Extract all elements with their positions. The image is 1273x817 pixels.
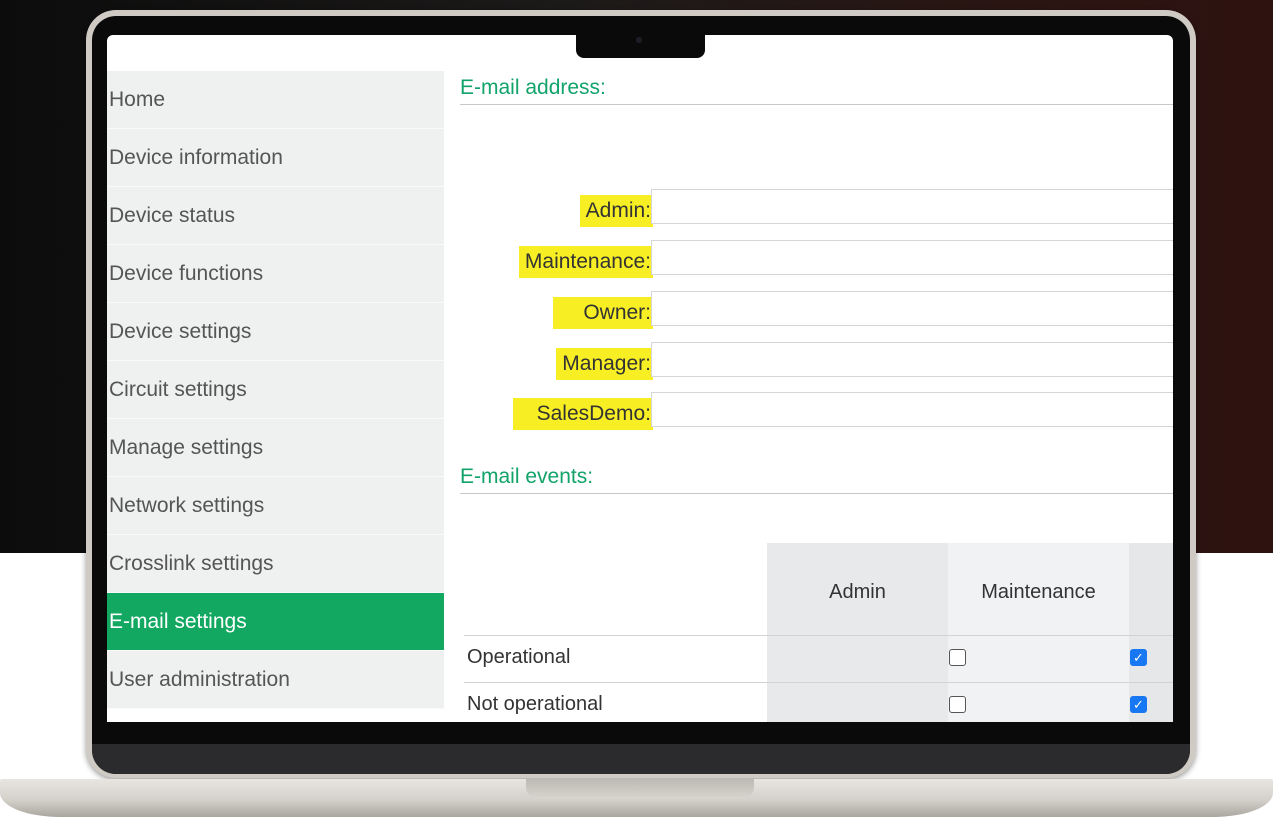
sidebar-item-device-functions[interactable]: Device functions [107,245,444,303]
sidebar-item-device-information[interactable]: Device information [107,129,444,187]
laptop-base-groove [526,779,754,799]
sidebar-item-crosslink-settings[interactable]: Crosslink settings [107,535,444,593]
camera-icon [636,37,642,43]
event-label: Not operational [467,693,603,715]
sidebar-nav: Home Device information Device status De… [107,71,444,709]
laptop-screen: Home Device information Device status De… [107,35,1173,722]
sidebar-item-device-status[interactable]: Device status [107,187,444,245]
email-events-table: Admin Maintenance Operational ✓ Not oper… [464,543,1173,722]
sidebar-item-circuit-settings[interactable]: Circuit settings [107,361,444,419]
owner-email-label: Owner: [553,297,653,329]
sidebar-item-email-settings[interactable]: E-mail settings [107,593,444,651]
admin-column-header: Admin [829,581,886,603]
admin-operational-checkbox[interactable] [949,649,966,666]
maintenance-email-input[interactable] [651,240,1173,275]
sidebar-item-device-settings[interactable]: Device settings [107,303,444,361]
email-address-form: Admin: Maintenance: Owner: Manager: Sale… [460,105,1173,430]
events-header-row: Admin Maintenance [464,543,1173,635]
email-address-title: E-mail address: [460,71,1173,105]
event-label: Operational [467,646,571,668]
maintenance-email-label: Maintenance: [518,246,653,278]
email-events-section: E-mail events: [460,460,1173,494]
manager-email-label: Manager: [556,348,653,380]
maintenance-column-header: Maintenance [981,581,1096,603]
event-row-not-operational: Not operational ✓ [464,682,1173,722]
salesdemo-email-label: SalesDemo: [512,398,653,430]
email-events-title: E-mail events: [460,460,1173,494]
email-row-salesdemo: SalesDemo: [460,392,1173,430]
owner-email-input[interactable] [651,291,1173,326]
email-row-admin: Admin: [460,189,1173,227]
sidebar-item-manage-settings[interactable]: Manage settings [107,419,444,477]
email-row-maintenance: Maintenance: [460,240,1173,278]
admin-email-label: Admin: [579,195,653,227]
maintenance-not-operational-checkbox[interactable]: ✓ [1130,696,1147,713]
admin-not-operational-checkbox[interactable] [949,696,966,713]
email-address-section: E-mail address: Admin: Maintenance: Owne… [460,71,1173,430]
salesdemo-email-input[interactable] [651,392,1173,427]
sidebar-item-home[interactable]: Home [107,71,444,129]
event-row-operational: Operational ✓ [464,635,1173,682]
admin-email-input[interactable] [651,189,1173,224]
sidebar-item-user-administration[interactable]: User administration [107,651,444,709]
email-row-owner: Owner: [460,291,1173,329]
laptop-chin [92,744,1190,774]
manager-email-input[interactable] [651,342,1173,377]
sidebar-item-network-settings[interactable]: Network settings [107,477,444,535]
maintenance-operational-checkbox[interactable]: ✓ [1130,649,1147,666]
email-row-manager: Manager: [460,342,1173,380]
